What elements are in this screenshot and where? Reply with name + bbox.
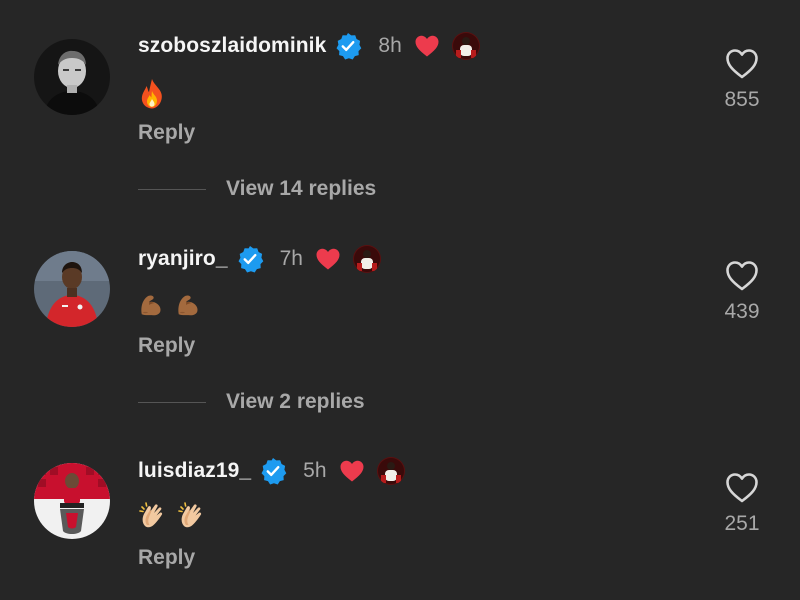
username[interactable]: luisdiaz19_	[138, 459, 251, 483]
divider-line	[138, 401, 206, 403]
view-replies-label: View 14 replies	[226, 177, 377, 200]
avatar[interactable]	[34, 251, 110, 327]
flexed-biceps-icon	[175, 292, 201, 318]
clapping-hands-icon	[138, 501, 168, 531]
heart-outline-icon[interactable]	[725, 472, 759, 504]
comment-header: luisdiaz19_ 5h	[138, 456, 405, 486]
avatar[interactable]	[34, 463, 110, 539]
timestamp: 7h	[279, 247, 303, 270]
divider-line	[138, 188, 206, 190]
username[interactable]: ryanjiro_	[138, 247, 228, 271]
reply-button[interactable]: Reply	[138, 546, 195, 570]
flexed-biceps-icon	[138, 292, 164, 318]
creator-avatar	[377, 457, 405, 485]
like-section: 251	[712, 472, 772, 536]
verified-badge-icon	[259, 457, 287, 485]
view-replies-button[interactable]: View 2 replies	[138, 387, 365, 417]
comment-item: luisdiaz19_ 5h Reply 251	[0, 0, 800, 569]
like-count: 251	[724, 512, 760, 535]
view-replies-button[interactable]: View 14 replies	[138, 174, 376, 204]
clapping-hands-icon	[177, 501, 207, 531]
comment-header: ryanjiro_ 7h	[138, 244, 381, 274]
reply-button[interactable]: Reply	[138, 334, 195, 358]
verified-badge-icon	[236, 245, 264, 273]
like-count: 439	[724, 300, 760, 323]
timestamp: 5h	[303, 459, 327, 482]
view-replies-label: View 2 replies	[226, 390, 365, 413]
creator-avatar	[353, 245, 381, 273]
heart-outline-icon[interactable]	[725, 260, 759, 292]
comment-text	[138, 289, 201, 319]
like-section: 439	[712, 260, 772, 324]
comment-text	[138, 500, 207, 531]
creator-liked-heart-icon	[315, 247, 341, 271]
creator-liked-heart-icon	[339, 459, 365, 483]
